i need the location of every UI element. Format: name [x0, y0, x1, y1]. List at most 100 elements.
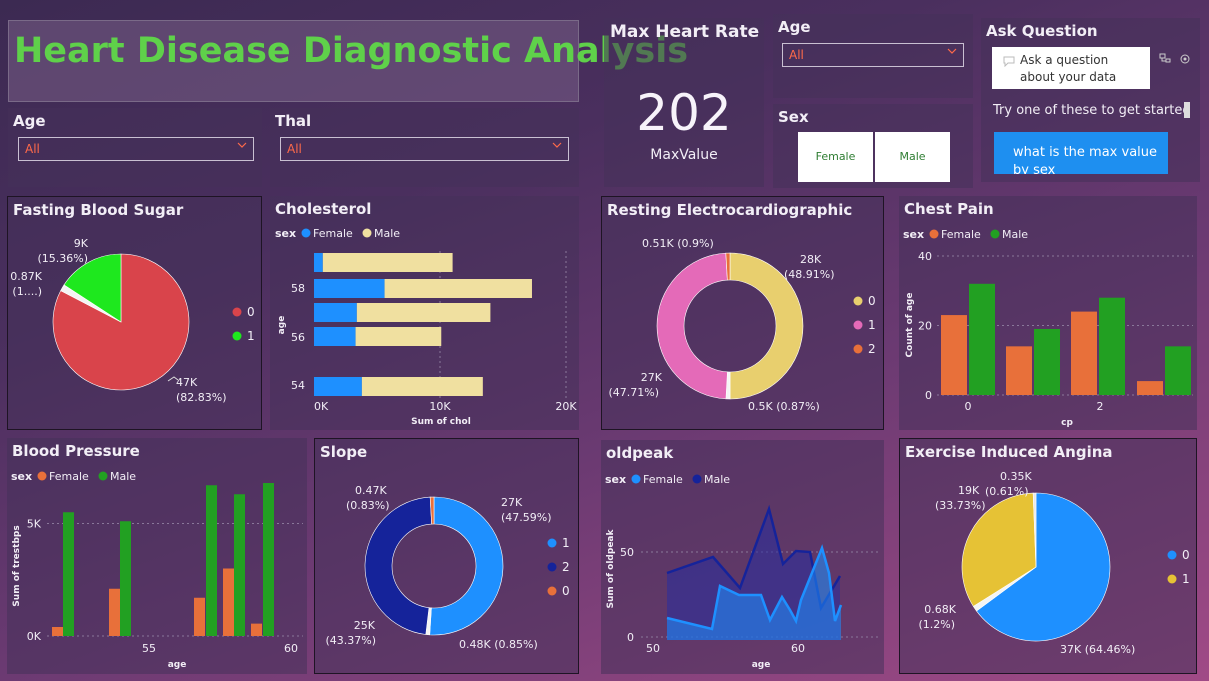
bar-male	[63, 512, 74, 636]
sex-option-male[interactable]: Male	[875, 132, 950, 182]
legend-swatch	[853, 320, 863, 330]
pie-label: 9K	[74, 237, 89, 250]
legend-label: 1	[1182, 572, 1190, 586]
pie-label: (48.91%)	[784, 268, 835, 281]
x-axis-label: age	[752, 660, 771, 670]
pie-label: (82.83%)	[176, 391, 227, 404]
x-tick-label: 10K	[429, 400, 451, 413]
dashboard-title: Heart Disease Diagnostic Analysis	[14, 31, 689, 71]
qa-suggestion-button[interactable]: what is the max value by sex	[994, 132, 1168, 174]
age-filter-right-dropdown[interactable]: All	[782, 43, 964, 67]
qa-panel: Ask Question Ask a question about your d…	[981, 18, 1200, 182]
bar-male	[361, 377, 483, 396]
pie-label: 0.35K	[1000, 470, 1032, 483]
pie-label: (33.73%)	[935, 499, 986, 512]
bp-panel: Blood Pressure sex Female Male 0K 5K 55 60 age S…	[7, 438, 307, 674]
kpi-value: 202	[636, 84, 732, 142]
legend-title: sex	[605, 473, 626, 486]
x-tick-label: 55	[142, 642, 156, 655]
thal-filter-value: All	[287, 142, 302, 156]
qa-input[interactable]: Ask a question about your data	[992, 47, 1150, 89]
legend-label: Male	[704, 473, 730, 486]
bar-female	[314, 377, 362, 396]
age-filter-dropdown[interactable]: All	[18, 137, 254, 161]
bar-male	[1034, 328, 1060, 395]
age-filter-right-label: Age	[778, 18, 811, 36]
slope-donut-chart: 27K (47.59%) 0.47K (0.83%) 25K (43.37%) 0.48K …	[325, 484, 569, 651]
bar-male	[1165, 346, 1191, 395]
pie-label: (43.37%)	[325, 634, 376, 647]
legend-swatch	[990, 229, 1000, 239]
legend-swatch	[37, 471, 47, 481]
chol-panel: Cholesterol sex Female Male 0K 10K 20K 58 56 54 S…	[270, 196, 579, 430]
restecg-panel: Resting Electrocardiographic 28K (48.91%)…	[601, 196, 884, 430]
x-tick-label: 0	[965, 400, 972, 413]
y-tick-label: 0	[627, 631, 634, 644]
y-axis-label: Count of age	[905, 293, 915, 358]
x-tick-label: 60	[284, 642, 298, 655]
qa-placeholder: Ask a question about your data	[1020, 53, 1117, 84]
age-filter-panel: Age All	[8, 108, 262, 187]
pie-label: (47.59%)	[501, 511, 552, 524]
legend-swatch	[98, 471, 108, 481]
sex-option-female[interactable]: Female	[798, 132, 873, 182]
y-tick-label: 0K	[27, 630, 42, 643]
pie-label: 47K	[176, 376, 198, 389]
kpi-card: Max Heart Rate 202 MaxValue	[604, 18, 764, 187]
legend-swatch	[547, 562, 557, 572]
y-tick-label: 58	[291, 282, 305, 295]
legend-swatch	[929, 229, 939, 239]
legend-swatch	[301, 228, 311, 238]
pie-label: (15.36%)	[37, 252, 88, 265]
bar-female	[314, 327, 356, 346]
legend-title: sex	[903, 228, 924, 241]
qa-title: Ask Question	[986, 22, 1098, 40]
y-tick-label: 0	[925, 389, 932, 402]
bar-male	[234, 494, 245, 636]
qa-scrollbar[interactable]	[1184, 102, 1190, 118]
pie-label: 0.68K	[924, 603, 956, 616]
tree-icon[interactable]	[1158, 52, 1172, 66]
pie-label: 0.87K	[10, 270, 42, 283]
fbs-panel: Fasting Blood Sugar 47K (82.83%) 9K (15.36%…	[7, 196, 262, 430]
chevron-down-icon	[552, 142, 562, 148]
x-axis-label: age	[168, 660, 187, 670]
restecg-donut-chart: 28K (48.91%) 0.51K (0.9%) 27K (47.71%) 0.5K (…	[608, 237, 876, 413]
pie-label: 0.51K (0.9%)	[642, 237, 714, 250]
sex-filter-panel: Sex Female Male	[773, 104, 973, 188]
chat-icon	[1003, 56, 1015, 67]
pie-label: 0.48K (0.85%)	[459, 638, 538, 651]
y-tick-label: 40	[918, 250, 932, 263]
legend-swatch	[631, 474, 641, 484]
pie-label: (1....)	[12, 285, 42, 298]
gear-icon[interactable]	[1178, 52, 1192, 66]
bar-female	[194, 597, 205, 636]
legend-swatch	[232, 307, 242, 317]
age-filter-right-value: All	[789, 48, 804, 62]
bar-male	[206, 485, 217, 636]
pie-slice	[364, 496, 432, 635]
legend-swatch	[547, 538, 557, 548]
thal-filter-dropdown[interactable]: All	[280, 137, 569, 161]
age-filter-value: All	[25, 142, 40, 156]
legend-label: Male	[110, 470, 136, 483]
y-tick-label: 50	[620, 546, 634, 559]
cp-bar-chart: sex Female Male 0 20 40 0 2 cp Count of age	[903, 228, 1193, 428]
bar-female	[1006, 346, 1032, 395]
legend-label: Male	[1002, 228, 1028, 241]
qa-hint: Try one of these to get started	[993, 103, 1191, 118]
bar-male	[263, 483, 274, 636]
fbs-pie-chart: 47K (82.83%) 9K (15.36%) 0.87K (1....) 0 1	[10, 237, 255, 404]
exang-pie-chart: 0.35K (0.61%) 19K (33.73%) 0.68K (1.2%) 37K (6…	[918, 470, 1190, 656]
thal-filter-panel: Thal All	[270, 108, 579, 187]
pie-label: 27K	[501, 496, 523, 509]
pie-label: 0.5K (0.87%)	[748, 400, 820, 413]
y-tick-label: 20	[918, 320, 932, 333]
legend-label: 0	[868, 294, 876, 308]
age-filter-label: Age	[13, 112, 46, 130]
bar-female	[1137, 381, 1163, 395]
x-axis-label: cp	[1061, 418, 1073, 428]
legend-label: 1	[247, 329, 255, 343]
legend-label: Female	[49, 470, 89, 483]
chevron-down-icon	[237, 142, 247, 148]
